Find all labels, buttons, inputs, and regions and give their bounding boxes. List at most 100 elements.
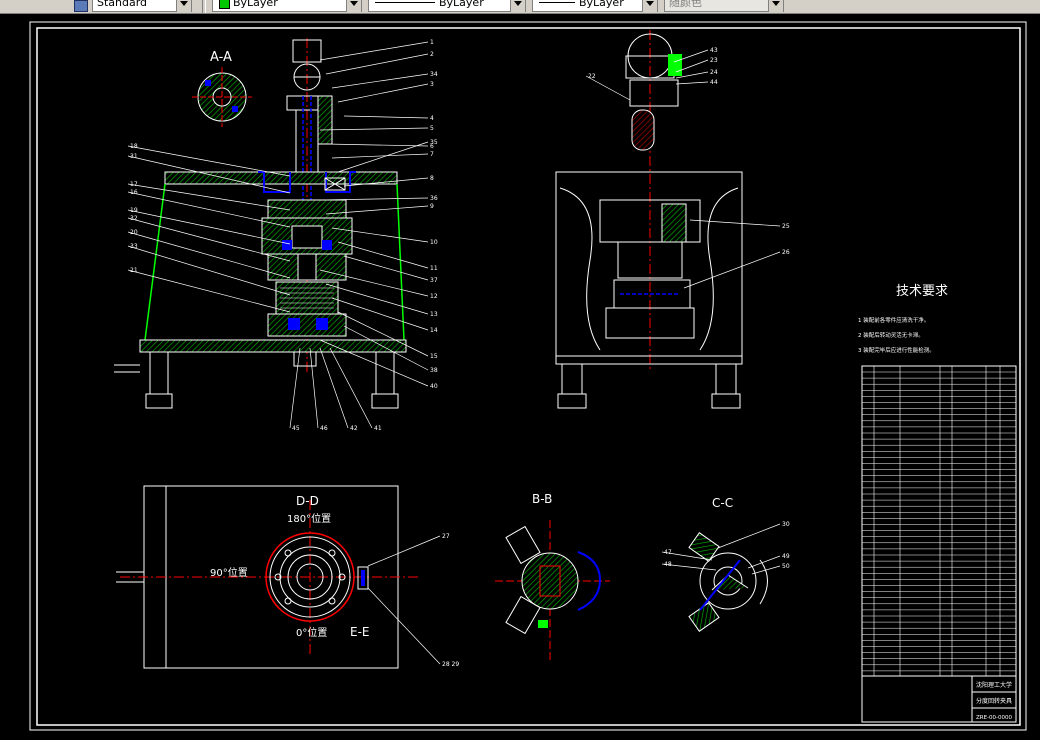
lineweight-value: ByLayer	[579, 0, 624, 9]
title-block-school: 沈阳理工大学	[976, 681, 1012, 689]
title-block-number: ZRE-00-0000	[976, 715, 1013, 721]
properties-toolbar: Standard ByLayer ByLayer ByLayer 随颜色	[0, 0, 1040, 14]
chevron-down-icon[interactable]	[768, 0, 783, 12]
chevron-down-icon[interactable]	[642, 0, 657, 12]
part-label-c50: 50	[782, 563, 790, 570]
part-label-l31: 31	[130, 153, 138, 160]
part-label-b46: 46	[320, 425, 328, 432]
title-block: 沈阳理工大学 分度回转夹具 ZRE-00-0000	[861, 675, 1017, 723]
part-label-l20: 20	[130, 229, 138, 236]
plot-style-value: 随颜色	[669, 0, 702, 9]
part-label-c30: 30	[782, 521, 790, 528]
part-label-s43: 43	[710, 47, 718, 54]
side-view-part-labels: 22 43 23 24 44 25 26	[585, 47, 790, 289]
part-label-s23: 23	[710, 57, 718, 64]
part-label-r36: 36	[430, 195, 438, 202]
leader-line	[343, 115, 429, 119]
leader-line	[319, 347, 349, 429]
part-label-b45: 45	[292, 425, 300, 432]
part-label-r8: 8	[430, 175, 434, 182]
part-label-c49: 49	[782, 553, 790, 560]
side-view	[555, 30, 743, 409]
part-label-r14: 14	[430, 327, 438, 334]
part-label-r2: 2	[430, 51, 434, 58]
tech-note-2: 2 装配后转动灵活无卡滞。	[858, 331, 924, 339]
part-label-r5: 5	[430, 125, 434, 132]
toolbar-separator	[202, 0, 206, 13]
tech-note-1: 1 装配前各零件应清洗干净。	[858, 316, 929, 324]
layer-color-swatch	[219, 0, 230, 9]
position-180-label: 180°位置	[287, 512, 331, 525]
part-label-b42: 42	[350, 425, 358, 432]
part-label-l33: 33	[130, 243, 138, 250]
part-label-r9: 9	[430, 203, 434, 210]
text-style-dropdown[interactable]: Standard	[92, 0, 192, 12]
leader-line	[319, 127, 429, 131]
leader-line	[683, 251, 781, 289]
part-label-r10: 10	[430, 239, 438, 246]
part-label-c47: 47	[664, 549, 672, 556]
part-label-l16: 16	[130, 189, 138, 196]
section-aa-view: A-A	[192, 50, 252, 127]
part-label-r15: 15	[430, 353, 438, 360]
tech-requirements-title: 技术要求	[896, 284, 948, 299]
leader-line	[329, 347, 373, 429]
leader-line	[343, 255, 429, 281]
part-label-r40: 40	[430, 383, 438, 390]
leader-line	[717, 523, 781, 549]
plot-style-dropdown[interactable]: 随颜色	[664, 0, 784, 12]
text-style-icon[interactable]	[74, 0, 88, 12]
part-label-c48: 48	[664, 561, 672, 568]
part-label-s24: 24	[710, 69, 718, 76]
section-ee-label: E-E	[350, 625, 370, 639]
part-label-r7: 7	[430, 151, 434, 158]
section-bb-label: B-B	[532, 492, 552, 506]
linetype-value: ByLayer	[439, 0, 484, 9]
part-label-s44: 44	[710, 79, 718, 86]
part-label-s25: 25	[782, 223, 790, 230]
part-label-r3: 3	[430, 81, 434, 88]
lineweight-dropdown[interactable]: ByLayer	[532, 0, 658, 12]
linetype-sample	[375, 2, 435, 3]
chevron-down-icon[interactable]	[176, 0, 191, 12]
leader-line	[325, 53, 429, 75]
leader-line	[331, 73, 429, 89]
section-dd-label: D-D	[296, 494, 319, 508]
section-de-part-labels: 27 28 29	[367, 533, 459, 668]
part-label-r37: 37	[430, 277, 438, 284]
part-label-r35: 35	[430, 139, 438, 146]
parts-list-table	[861, 365, 1017, 723]
leader-line	[337, 83, 429, 103]
leader-line	[337, 241, 429, 269]
part-label-l17: 17	[130, 181, 138, 188]
leader-line	[331, 153, 429, 159]
layer-value: ByLayer	[233, 0, 278, 9]
part-label-de-28-29: 28 29	[442, 661, 459, 668]
text-style-value: Standard	[97, 0, 148, 9]
part-label-s22: 22	[588, 73, 596, 80]
leader-line	[309, 347, 319, 429]
part-label-r4: 4	[430, 115, 434, 122]
section-cc-label: C-C	[712, 496, 733, 510]
lineweight-sample	[539, 2, 575, 3]
linetype-dropdown[interactable]: ByLayer	[368, 0, 526, 12]
part-label-l18: 18	[130, 143, 138, 150]
chevron-down-icon[interactable]	[346, 0, 361, 12]
part-label-r34: 34	[430, 71, 438, 78]
part-label-r38: 38	[430, 367, 438, 374]
drawing-canvas[interactable]: A-A 123434567358369101137121314153840183…	[0, 14, 1040, 740]
leader-line	[367, 535, 441, 567]
leader-line	[325, 283, 429, 315]
chevron-down-icon[interactable]	[510, 0, 525, 12]
part-label-b41: 41	[374, 425, 382, 432]
part-label-s26: 26	[782, 249, 790, 256]
outer-frame	[29, 21, 1027, 731]
section-cc-part-labels: 30 47 48 49 50	[661, 521, 790, 575]
layer-dropdown[interactable]: ByLayer	[212, 0, 362, 12]
part-label-r12: 12	[430, 293, 438, 300]
tech-note-3: 3 装配完毕后应进行性能检测。	[858, 346, 935, 354]
section-cc-view: C-C	[688, 496, 768, 632]
part-label-l21: 21	[130, 267, 138, 274]
position-0-label: 0°位置	[296, 626, 327, 639]
leader-line	[325, 143, 429, 147]
